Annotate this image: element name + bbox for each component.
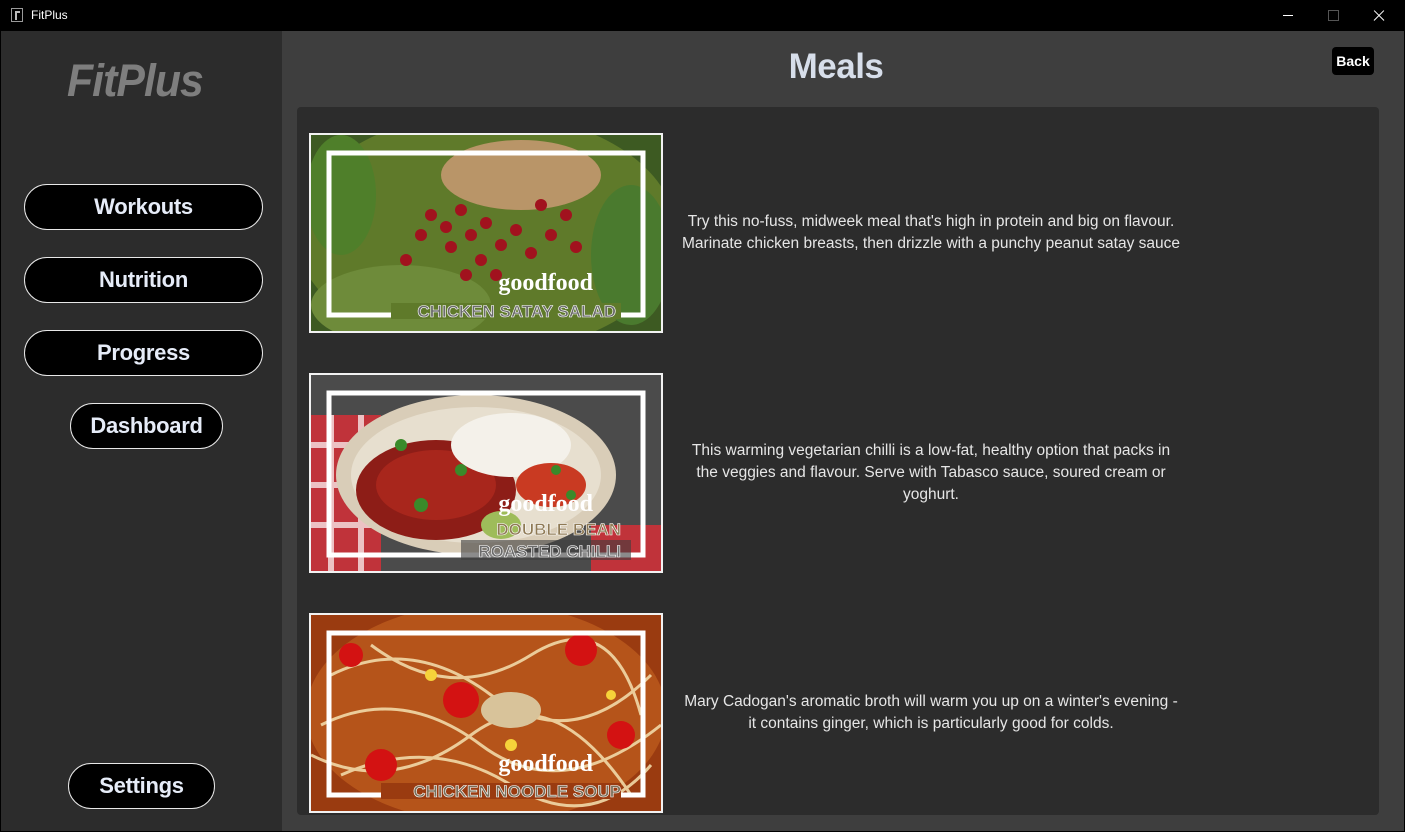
meal-description: This warming vegetarian chilli is a low-… <box>691 442 1171 503</box>
brand-label: goodfood <box>498 491 593 517</box>
settings-button[interactable]: Settings <box>68 763 215 809</box>
meal-item: goodfood DOUBLE BEAN ROASTED CHILLI This… <box>297 373 1379 573</box>
meal-image[interactable]: goodfood CHICKEN NOODLE SOUP <box>309 613 663 813</box>
brand-label: goodfood <box>498 751 593 777</box>
dashboard-button[interactable]: Dashboard <box>70 403 223 449</box>
image-caption: DOUBLE BEAN <box>496 520 621 539</box>
image-caption: CHICKEN NOODLE SOUP <box>413 782 621 801</box>
title-bar: FitPlus <box>0 0 1405 31</box>
meal-item: goodfood CHICKEN SATAY SALAD Try this no… <box>297 133 1379 333</box>
maximize-icon[interactable] <box>1310 0 1356 31</box>
app-icon <box>11 8 23 22</box>
meal-image[interactable]: goodfood DOUBLE BEAN ROASTED CHILLI <box>309 373 663 573</box>
meal-description: Mary Cadogan's aromatic broth will warm … <box>684 693 1178 732</box>
nutrition-button[interactable]: Nutrition <box>24 257 263 303</box>
brand-label: goodfood <box>498 270 593 296</box>
sidebar: FitPlus Workouts Nutrition Progress Dash… <box>1 31 282 831</box>
window-title: FitPlus <box>31 8 68 22</box>
meal-item: goodfood CHICKEN NOODLE SOUP Mary Cadoga… <box>297 613 1379 813</box>
meal-image[interactable]: goodfood CHICKEN SATAY SALAD <box>309 133 663 333</box>
close-icon[interactable] <box>1356 0 1402 31</box>
page-title: Meals <box>788 47 884 86</box>
app-logo: FitPlus <box>67 55 204 106</box>
meal-description: Try this no-fuss, midweek meal that's hi… <box>682 213 1180 252</box>
workouts-button[interactable]: Workouts <box>24 184 263 230</box>
progress-button[interactable]: Progress <box>24 330 263 376</box>
main-content: Meals Back goodfood CHICKEN SATAY SALAD … <box>282 31 1404 831</box>
minimize-icon[interactable] <box>1265 0 1311 31</box>
meals-list[interactable]: goodfood CHICKEN SATAY SALAD Try this no… <box>297 107 1379 815</box>
image-caption: CHICKEN SATAY SALAD <box>417 302 616 321</box>
back-button[interactable]: Back <box>1332 47 1374 75</box>
image-caption: ROASTED CHILLI <box>478 542 621 561</box>
